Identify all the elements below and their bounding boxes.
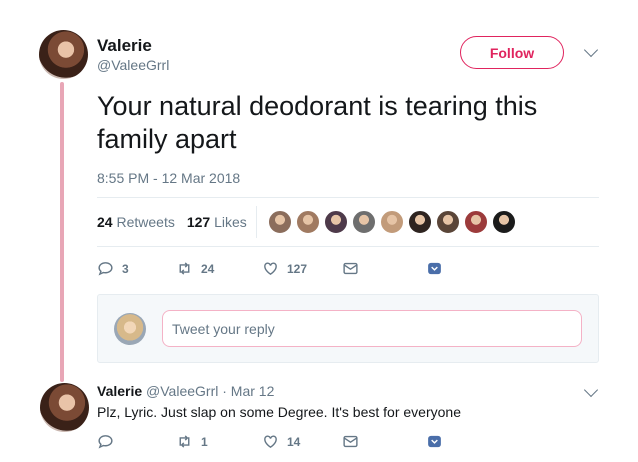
thread-line xyxy=(60,82,64,382)
liker-avatar[interactable] xyxy=(324,210,348,234)
reply-action[interactable]: 3 xyxy=(97,260,176,277)
user-handle[interactable]: @ValeeGrrl xyxy=(97,57,169,73)
liker-avatar[interactable] xyxy=(296,210,320,234)
heart-icon xyxy=(264,262,277,276)
avatar[interactable] xyxy=(39,30,88,79)
reply-date[interactable]: · Mar 12 xyxy=(222,383,274,399)
retweets-stat[interactable]: 24 Retweets xyxy=(97,214,175,230)
retweet-icon xyxy=(179,435,190,448)
like-count: 14 xyxy=(287,434,301,449)
reply-actions: 1 14 xyxy=(97,433,443,450)
retweet-icon xyxy=(179,262,190,275)
reply-count: 3 xyxy=(122,261,129,276)
chevron-down-icon[interactable] xyxy=(583,382,599,398)
tweet-stats: 24 Retweets 127 Likes xyxy=(97,214,247,230)
liker-avatar[interactable] xyxy=(408,210,432,234)
envelope-icon xyxy=(343,435,358,448)
liker-avatars xyxy=(268,210,516,234)
tweet-actions: 3 24 127 xyxy=(97,260,443,277)
reply-text: Plz, Lyric. Just slap on some Degree. It… xyxy=(97,404,461,420)
dropdown-badge-icon xyxy=(428,262,441,275)
likes-label: Likes xyxy=(214,214,247,230)
like-action[interactable]: 14 xyxy=(262,433,342,450)
liker-avatar[interactable] xyxy=(352,210,376,234)
retweets-count: 24 xyxy=(97,214,113,230)
reply-avatar[interactable] xyxy=(40,383,89,432)
dropdown-badge-icon xyxy=(428,435,441,448)
liker-avatar[interactable] xyxy=(380,210,404,234)
stats-separator xyxy=(256,206,257,238)
chevron-down-icon[interactable] xyxy=(583,42,599,58)
retweet-action[interactable]: 24 xyxy=(176,260,262,277)
retweet-count: 24 xyxy=(201,261,215,276)
message-action[interactable] xyxy=(342,433,426,450)
current-user-avatar xyxy=(114,313,146,345)
like-action[interactable]: 127 xyxy=(262,260,342,277)
reply-header: Valerie @ValeeGrrl · Mar 12 xyxy=(97,383,274,399)
liker-avatar[interactable] xyxy=(464,210,488,234)
liker-avatar[interactable] xyxy=(268,210,292,234)
display-name[interactable]: Valerie xyxy=(97,36,152,56)
message-action[interactable] xyxy=(342,260,426,277)
reply-icon xyxy=(98,262,113,276)
liker-avatar[interactable] xyxy=(492,210,516,234)
reply-action[interactable] xyxy=(97,433,176,450)
reply-display-name[interactable]: Valerie xyxy=(97,383,142,399)
envelope-icon xyxy=(343,262,358,275)
heart-icon xyxy=(264,435,277,449)
tweet-timestamp[interactable]: 8:55 PM - 12 Mar 2018 xyxy=(97,170,240,186)
like-count: 127 xyxy=(287,261,308,276)
reply-handle[interactable]: @ValeeGrrl xyxy=(146,383,218,399)
more-action[interactable] xyxy=(426,433,443,450)
retweet-count: 1 xyxy=(201,434,208,449)
reply-icon xyxy=(98,435,113,449)
retweets-label: Retweets xyxy=(116,214,175,230)
retweet-action[interactable]: 1 xyxy=(176,433,262,450)
divider xyxy=(97,246,599,247)
tweet-text: Your natural deodorant is tearing this f… xyxy=(97,91,538,154)
likes-stat[interactable]: 127 Likes xyxy=(187,214,247,230)
liker-avatar[interactable] xyxy=(436,210,460,234)
reply-input[interactable]: Tweet your reply xyxy=(162,310,582,347)
divider xyxy=(97,197,599,198)
likes-count: 127 xyxy=(186,214,211,230)
follow-button[interactable]: Follow xyxy=(460,36,564,69)
more-action[interactable] xyxy=(426,260,443,277)
